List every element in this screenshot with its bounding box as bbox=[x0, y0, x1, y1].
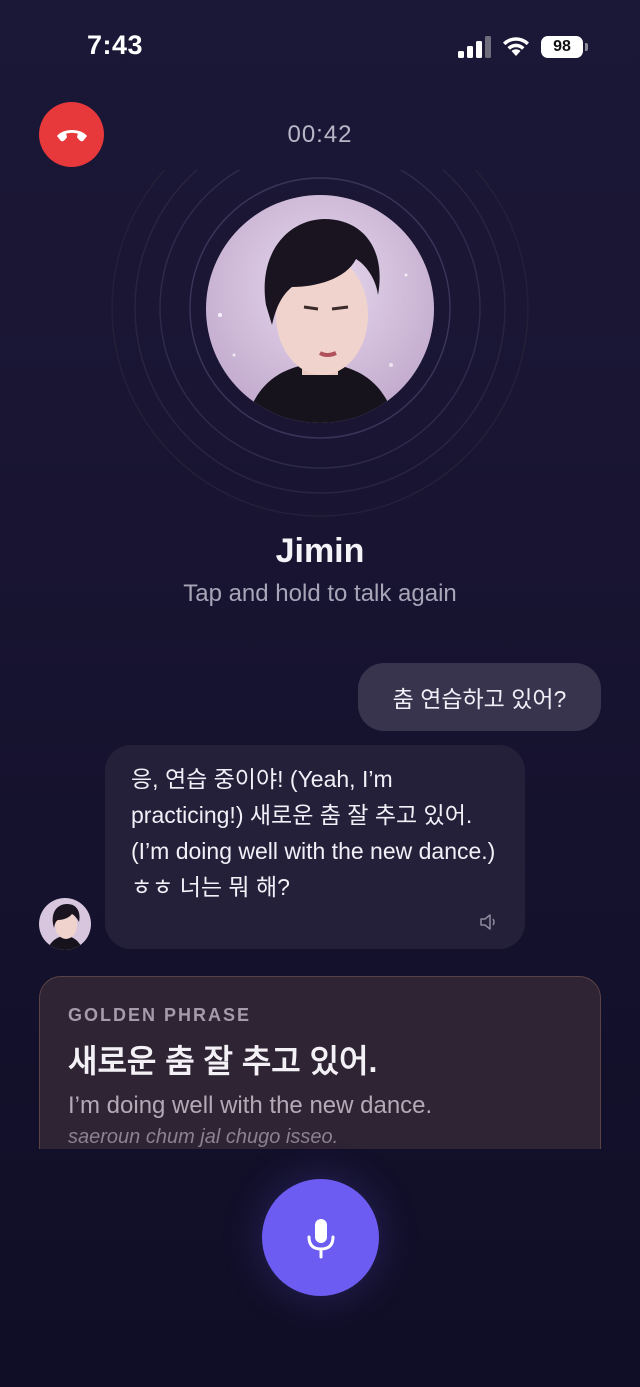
speaker-icon[interactable] bbox=[479, 913, 499, 931]
push-to-talk-button[interactable] bbox=[262, 1179, 379, 1296]
wifi-icon bbox=[503, 37, 529, 56]
battery-indicator: 98 bbox=[541, 36, 591, 60]
user-message-text: 춤 연습하고 있어? bbox=[392, 686, 567, 712]
golden-phrase-romanization: saeroun chum jal chugo isseo. bbox=[68, 1126, 339, 1148]
cellular-signal-icon bbox=[458, 36, 491, 58]
golden-phrase-card[interactable]: GOLDEN PHRASE 새로운 춤 잘 추고 있어. I’m doing w… bbox=[39, 976, 601, 1149]
contact-name: Jimin bbox=[275, 532, 365, 570]
golden-phrase-korean: 새로운 춤 잘 추고 있어. bbox=[68, 1043, 378, 1079]
ai-avatar bbox=[39, 898, 91, 950]
status-bar: 7:43 98 bbox=[0, 0, 640, 96]
battery-level: 98 bbox=[541, 36, 583, 58]
call-hint: Tap and hold to talk again bbox=[183, 580, 457, 607]
golden-phrase-label: GOLDEN PHRASE bbox=[68, 1005, 252, 1025]
ai-message-text: 응, 연습 중이야! (Yeah, I’m practicing!) 새로운 춤… bbox=[131, 766, 496, 900]
user-message-bubble: 춤 연습하고 있어? bbox=[358, 663, 601, 731]
ai-message-bubble: 응, 연습 중이야! (Yeah, I’m practicing!) 새로운 춤… bbox=[105, 745, 525, 949]
golden-phrase-english: I’m doing well with the new dance. bbox=[68, 1092, 433, 1119]
battery-tip bbox=[585, 43, 588, 51]
contact-avatar bbox=[206, 195, 434, 423]
microphone-icon bbox=[307, 1218, 334, 1258]
call-timer: 00:42 bbox=[287, 121, 353, 148]
status-time: 7:43 bbox=[87, 30, 144, 60]
